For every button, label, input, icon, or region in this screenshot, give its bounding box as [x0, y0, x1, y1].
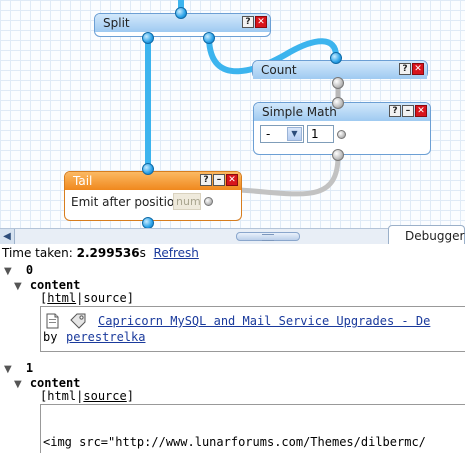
tab-debugger[interactable]: Debugger: [388, 225, 465, 245]
debugger-panel: Time taken: 2.299536s Refresh ▼ 0 ▼ cont… [0, 244, 465, 453]
simple-math-title: Simple Math [262, 105, 337, 119]
bracket-close: ] [126, 291, 134, 305]
tail-input-terminal[interactable] [142, 163, 154, 175]
split-title: Split [103, 16, 130, 30]
expand-triangle-icon[interactable]: ▼ [4, 266, 16, 277]
simple-math-output-terminal[interactable] [332, 149, 344, 161]
simple-math-minimize-button[interactable]: – [402, 105, 414, 117]
simple-math-help-button[interactable]: ? [389, 105, 401, 117]
operand-terminal[interactable] [337, 130, 346, 139]
time-label: Time taken: [2, 246, 73, 260]
count-help-button[interactable]: ? [399, 63, 411, 75]
chevron-down-icon[interactable]: ▼ [287, 127, 302, 141]
split-close-button[interactable]: ✕ [255, 16, 267, 28]
item-1-index: 1 [25, 361, 34, 375]
item-0-content-box: Capricorn MySQL and Mail Service Upgrade… [40, 306, 465, 352]
refresh-link[interactable]: Refresh [154, 246, 199, 260]
count-output-terminal[interactable] [332, 77, 344, 89]
item-1-view-tabs: [html|source] [40, 389, 134, 403]
item-1-key-row[interactable]: ▼ content [14, 376, 80, 390]
tail-header[interactable]: Tail ? – ✕ [65, 172, 241, 190]
item-0-key: content [29, 278, 81, 292]
tail-minimize-button[interactable]: – [213, 174, 225, 186]
item-0-author-link[interactable]: perestrelka [66, 330, 145, 344]
count-input-terminal[interactable] [330, 52, 342, 64]
item-1-row[interactable]: ▼ 1 [4, 361, 33, 375]
tail-title: Tail [73, 174, 93, 188]
scroll-left-icon[interactable]: ◀ [0, 229, 15, 244]
count-title: Count [261, 63, 297, 77]
count-header[interactable]: Count ? ✕ [253, 61, 427, 79]
tail-output-terminal[interactable] [142, 217, 154, 228]
operator-select-value: - [266, 127, 271, 141]
split-output-terminal-2[interactable] [203, 32, 215, 44]
page-icon [46, 313, 59, 329]
tail-help-button[interactable]: ? [200, 174, 212, 186]
operand-input[interactable]: 1 [307, 125, 334, 143]
expand-triangle-icon[interactable]: ▼ [14, 379, 26, 390]
operator-select[interactable]: - ▼ [260, 125, 304, 143]
wire-math-tail [239, 155, 341, 197]
simple-math-close-button[interactable]: ✕ [415, 105, 427, 117]
tail-field-label: Emit after position [71, 195, 182, 209]
expand-triangle-icon[interactable]: ▼ [4, 364, 16, 375]
item-0-index: 0 [25, 263, 34, 277]
tag-icon [70, 313, 86, 329]
item-0-row[interactable]: ▼ 0 [4, 263, 33, 277]
item-1-source-code: <img src="http://www.lunarforums.com/The… [43, 435, 426, 449]
item-0-key-row[interactable]: ▼ content [14, 278, 80, 292]
item-0-view-tabs: [html|source] [40, 291, 134, 305]
count-module[interactable]: Count ? ✕ [252, 60, 428, 79]
html-tab[interactable]: html [47, 389, 76, 403]
item-1-key: content [29, 376, 81, 390]
item-0-title-link[interactable]: Capricorn MySQL and Mail Service Upgrade… [98, 314, 430, 328]
time-value: 2.299536 [76, 246, 140, 260]
tail-module[interactable]: Tail ? – ✕ Emit after position num [64, 171, 242, 221]
simple-math-input-terminal[interactable] [332, 97, 344, 109]
html-tab[interactable]: html [47, 291, 76, 305]
bracket-close: ] [126, 389, 134, 403]
split-output-terminal-1[interactable] [142, 32, 154, 44]
split-help-button[interactable]: ? [242, 16, 254, 28]
item-0-by-label: by [43, 330, 58, 344]
expand-triangle-icon[interactable]: ▼ [14, 281, 26, 292]
tail-close-button[interactable]: ✕ [226, 174, 238, 186]
time-unit: s [139, 246, 146, 260]
count-close-button[interactable]: ✕ [412, 63, 424, 75]
pipe-editor-canvas[interactable]: Split ? ✕ Count ? ✕ Simple Math ? – ✕ - … [0, 0, 465, 228]
tail-position-terminal[interactable] [204, 197, 213, 206]
source-tab[interactable]: source [83, 389, 126, 403]
simple-math-module[interactable]: Simple Math ? – ✕ - ▼ 1 [253, 102, 431, 155]
split-input-terminal[interactable] [175, 7, 187, 19]
item-1-source-box: <img src="http://www.lunarforums.com/The… [40, 404, 465, 453]
source-tab[interactable]: source [83, 291, 126, 305]
tail-position-input[interactable]: num [173, 193, 201, 210]
scrollbar-grip [262, 234, 274, 241]
time-line: Time taken: 2.299536s Refresh [2, 246, 199, 260]
